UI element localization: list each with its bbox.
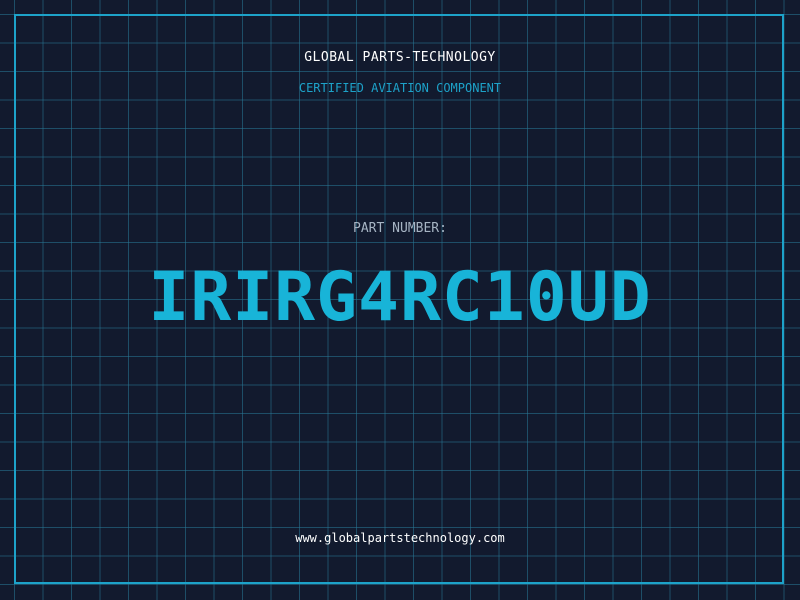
label-card: GLOBAL PARTS-TECHNOLOGY CERTIFIED AVIATI… (0, 0, 800, 600)
part-number-label: PART NUMBER: (353, 221, 447, 236)
website-url: www.globalpartstechnology.com (295, 531, 505, 545)
certification-subtitle: CERTIFIED AVIATION COMPONENT (298, 81, 502, 95)
part-number-value: IRIRG4RC10UD (148, 258, 652, 337)
company-name: GLOBAL PARTS-TECHNOLOGY (304, 50, 496, 65)
